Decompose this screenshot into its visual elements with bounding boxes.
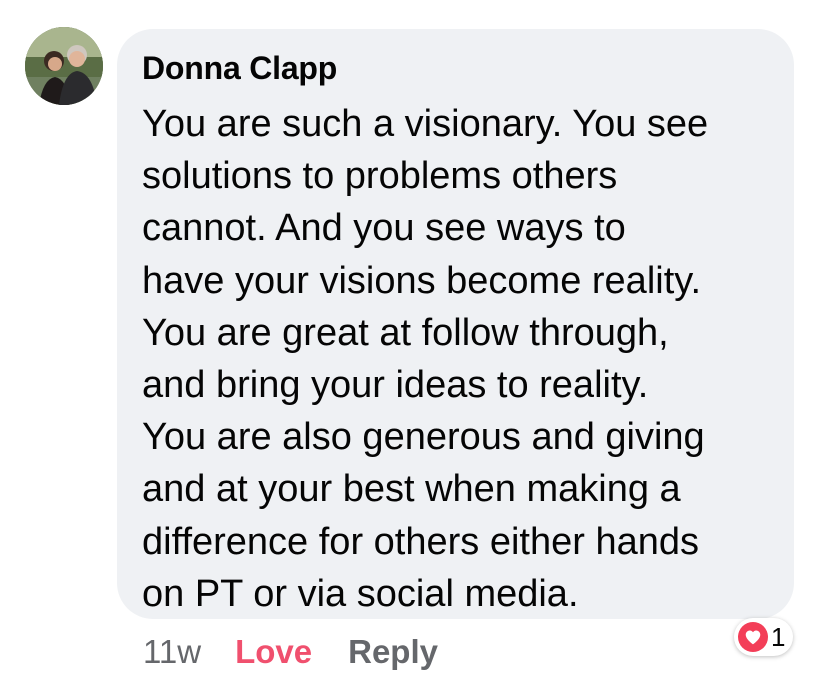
comment-timestamp[interactable]: 11w	[143, 633, 201, 671]
heart-icon	[738, 622, 768, 652]
comment-author[interactable]: Donna Clapp	[142, 50, 337, 87]
avatar-photo	[25, 27, 103, 105]
reaction-count: 1	[771, 621, 786, 652]
love-button[interactable]: Love	[235, 633, 312, 671]
reply-button[interactable]: Reply	[348, 633, 438, 671]
comment-text: You are such a visionary. You see soluti…	[142, 103, 709, 615]
avatar[interactable]	[25, 27, 103, 105]
comment-actions: 11w Love Reply	[143, 632, 438, 672]
reaction-summary[interactable]: 1	[734, 618, 794, 656]
